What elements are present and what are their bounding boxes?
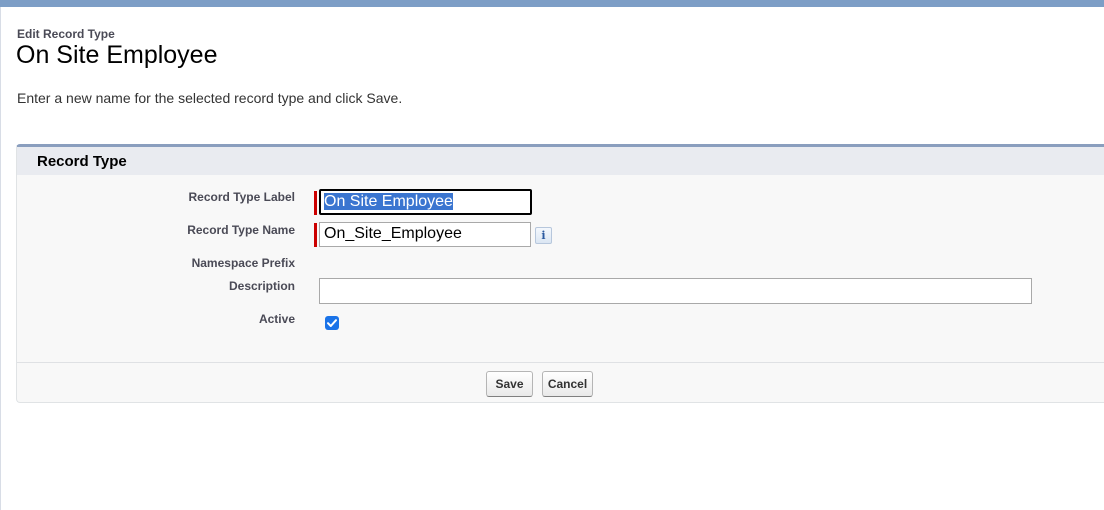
checkmark-icon [327, 319, 337, 327]
selected-text: On Site Employee [324, 193, 453, 210]
page-title: On Site Employee [16, 41, 218, 69]
record-type-section: Record Type Record Type Label On Site Em… [16, 144, 1104, 403]
left-border [0, 7, 1, 510]
button-bar: Save Cancel [17, 362, 1104, 403]
description-input[interactable] [319, 278, 1032, 304]
active-checkbox[interactable] [325, 316, 339, 330]
section-header: Record Type [17, 147, 1104, 175]
description-label: Description [228, 279, 295, 293]
required-indicator [314, 191, 317, 215]
top-banner [0, 0, 1104, 7]
record-type-name-input[interactable]: On_Site_Employee [319, 222, 531, 247]
breadcrumb: Edit Record Type [17, 27, 115, 41]
required-indicator [314, 223, 317, 247]
section-title: Record Type [37, 153, 127, 170]
instructions-text: Enter a new name for the selected record… [17, 90, 403, 106]
info-icon[interactable]: i [535, 227, 552, 244]
active-label: Active [258, 312, 295, 326]
namespace-prefix-label: Namespace Prefix [191, 256, 295, 270]
save-button[interactable]: Save [486, 371, 533, 397]
record-type-label-label: Record Type Label [188, 190, 295, 204]
cancel-button[interactable]: Cancel [542, 371, 593, 397]
record-type-label-input[interactable]: On Site Employee [319, 189, 532, 215]
record-type-name-label: Record Type Name [187, 223, 295, 237]
